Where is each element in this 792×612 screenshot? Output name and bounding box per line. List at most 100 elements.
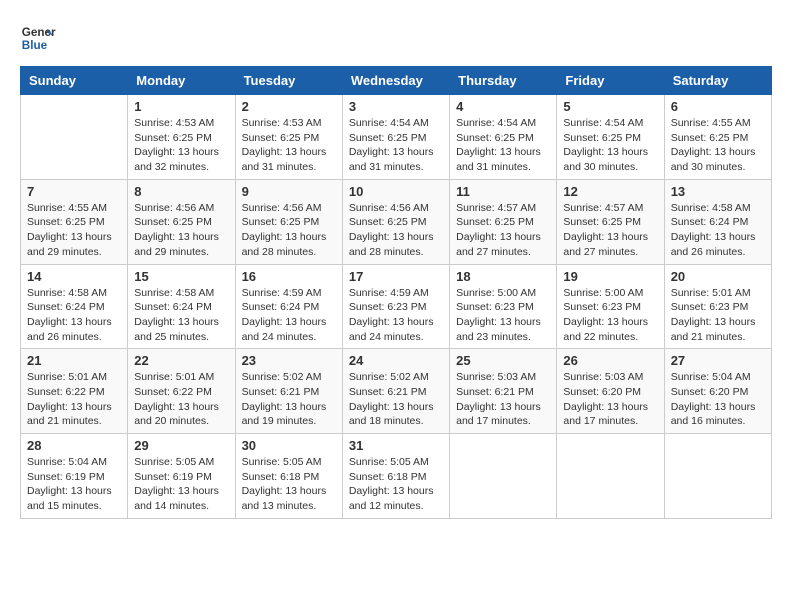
day-info: Sunrise: 5:03 AM Sunset: 6:20 PM Dayligh… xyxy=(563,370,657,429)
day-info: Sunrise: 4:59 AM Sunset: 6:23 PM Dayligh… xyxy=(349,286,443,345)
calendar-day-cell xyxy=(21,95,128,180)
day-info: Sunrise: 5:05 AM Sunset: 6:18 PM Dayligh… xyxy=(349,455,443,514)
day-info: Sunrise: 4:58 AM Sunset: 6:24 PM Dayligh… xyxy=(27,286,121,345)
day-of-week-header: Saturday xyxy=(664,67,771,95)
calendar-day-cell: 18 Sunrise: 5:00 AM Sunset: 6:23 PM Dayli… xyxy=(450,264,557,349)
day-number: 12 xyxy=(563,184,657,199)
day-number: 13 xyxy=(671,184,765,199)
day-number: 3 xyxy=(349,99,443,114)
calendar-day-cell: 23 Sunrise: 5:02 AM Sunset: 6:21 PM Dayli… xyxy=(235,349,342,434)
calendar-day-cell xyxy=(664,434,771,519)
day-number: 2 xyxy=(242,99,336,114)
calendar-day-cell: 26Sunrise: 5:03 AM Sunset: 6:20 PM Dayli… xyxy=(557,349,664,434)
day-number: 23 xyxy=(242,353,336,368)
day-number: 28 xyxy=(27,438,121,453)
calendar-table: SundayMondayTuesdayWednesdayThursdayFrid… xyxy=(20,66,772,519)
day-number: 24 xyxy=(349,353,443,368)
day-number: 14 xyxy=(27,269,121,284)
day-number: 7 xyxy=(27,184,121,199)
calendar-week-row: 14 Sunrise: 4:58 AM Sunset: 6:24 PM Dayli… xyxy=(21,264,772,349)
day-of-week-header: Monday xyxy=(128,67,235,95)
day-info: Sunrise: 4:57 AM Sunset: 6:25 PM Dayligh… xyxy=(456,201,550,260)
day-info: Sunrise: 5:02 AM Sunset: 6:21 PM Dayligh… xyxy=(349,370,443,429)
calendar-day-cell: 8 Sunrise: 4:56 AM Sunset: 6:25 PM Daylig… xyxy=(128,179,235,264)
calendar-day-cell: 15 Sunrise: 4:58 AM Sunset: 6:24 PM Dayli… xyxy=(128,264,235,349)
day-of-week-header: Sunday xyxy=(21,67,128,95)
day-info: Sunrise: 5:01 AM Sunset: 6:23 PM Dayligh… xyxy=(671,286,765,345)
day-info: Sunrise: 4:58 AM Sunset: 6:24 PM Dayligh… xyxy=(134,286,228,345)
day-info: Sunrise: 4:58 AM Sunset: 6:24 PM Dayligh… xyxy=(671,201,765,260)
day-number: 20 xyxy=(671,269,765,284)
calendar-day-cell: 9 Sunrise: 4:56 AM Sunset: 6:25 PM Daylig… xyxy=(235,179,342,264)
day-info: Sunrise: 5:03 AM Sunset: 6:21 PM Dayligh… xyxy=(456,370,550,429)
day-info: Sunrise: 5:02 AM Sunset: 6:21 PM Dayligh… xyxy=(242,370,336,429)
day-info: Sunrise: 4:57 AM Sunset: 6:25 PM Dayligh… xyxy=(563,201,657,260)
calendar-day-cell: 19Sunrise: 5:00 AM Sunset: 6:23 PM Dayli… xyxy=(557,264,664,349)
day-info: Sunrise: 5:00 AM Sunset: 6:23 PM Dayligh… xyxy=(563,286,657,345)
day-number: 21 xyxy=(27,353,121,368)
day-info: Sunrise: 4:54 AM Sunset: 6:25 PM Dayligh… xyxy=(349,116,443,175)
calendar-day-cell: 13 Sunrise: 4:58 AM Sunset: 6:24 PM Dayli… xyxy=(664,179,771,264)
day-info: Sunrise: 4:54 AM Sunset: 6:25 PM Dayligh… xyxy=(563,116,657,175)
calendar-day-cell: 2 Sunrise: 4:53 AM Sunset: 6:25 PM Daylig… xyxy=(235,95,342,180)
day-number: 17 xyxy=(349,269,443,284)
logo-icon: General Blue xyxy=(20,20,56,56)
svg-text:General: General xyxy=(22,26,56,39)
day-info: Sunrise: 4:56 AM Sunset: 6:25 PM Dayligh… xyxy=(349,201,443,260)
calendar-day-cell: 3 Sunrise: 4:54 AM Sunset: 6:25 PM Daylig… xyxy=(342,95,449,180)
calendar-day-cell: 20 Sunrise: 5:01 AM Sunset: 6:23 PM Dayli… xyxy=(664,264,771,349)
calendar-day-cell: 27Sunrise: 5:04 AM Sunset: 6:20 PM Dayli… xyxy=(664,349,771,434)
day-of-week-header: Thursday xyxy=(450,67,557,95)
calendar-day-cell: 30 Sunrise: 5:05 AM Sunset: 6:18 PM Dayli… xyxy=(235,434,342,519)
calendar-day-cell: 5Sunrise: 4:54 AM Sunset: 6:25 PM Daylig… xyxy=(557,95,664,180)
calendar-day-cell xyxy=(557,434,664,519)
day-number: 6 xyxy=(671,99,765,114)
calendar-day-cell: 7Sunrise: 4:55 AM Sunset: 6:25 PM Daylig… xyxy=(21,179,128,264)
calendar-week-row: 7Sunrise: 4:55 AM Sunset: 6:25 PM Daylig… xyxy=(21,179,772,264)
day-info: Sunrise: 5:00 AM Sunset: 6:23 PM Dayligh… xyxy=(456,286,550,345)
calendar-day-cell: 29 Sunrise: 5:05 AM Sunset: 6:19 PM Dayli… xyxy=(128,434,235,519)
calendar-week-row: 28 Sunrise: 5:04 AM Sunset: 6:19 PM Dayli… xyxy=(21,434,772,519)
calendar-day-cell: 16 Sunrise: 4:59 AM Sunset: 6:24 PM Dayli… xyxy=(235,264,342,349)
day-number: 16 xyxy=(242,269,336,284)
calendar-day-cell: 6Sunrise: 4:55 AM Sunset: 6:25 PM Daylig… xyxy=(664,95,771,180)
day-number: 25 xyxy=(456,353,550,368)
day-info: Sunrise: 5:01 AM Sunset: 6:22 PM Dayligh… xyxy=(134,370,228,429)
day-of-week-header: Wednesday xyxy=(342,67,449,95)
day-info: Sunrise: 4:54 AM Sunset: 6:25 PM Dayligh… xyxy=(456,116,550,175)
calendar-day-cell: 10 Sunrise: 4:56 AM Sunset: 6:25 PM Dayli… xyxy=(342,179,449,264)
day-info: Sunrise: 4:53 AM Sunset: 6:25 PM Dayligh… xyxy=(242,116,336,175)
day-info: Sunrise: 4:59 AM Sunset: 6:24 PM Dayligh… xyxy=(242,286,336,345)
day-info: Sunrise: 5:04 AM Sunset: 6:20 PM Dayligh… xyxy=(671,370,765,429)
day-info: Sunrise: 5:05 AM Sunset: 6:19 PM Dayligh… xyxy=(134,455,228,514)
day-number: 18 xyxy=(456,269,550,284)
day-number: 22 xyxy=(134,353,228,368)
calendar-day-cell: 1 Sunrise: 4:53 AM Sunset: 6:25 PM Daylig… xyxy=(128,95,235,180)
day-number: 31 xyxy=(349,438,443,453)
day-info: Sunrise: 5:04 AM Sunset: 6:19 PM Dayligh… xyxy=(27,455,121,514)
day-info: Sunrise: 5:01 AM Sunset: 6:22 PM Dayligh… xyxy=(27,370,121,429)
day-number: 10 xyxy=(349,184,443,199)
calendar-day-cell xyxy=(450,434,557,519)
day-number: 29 xyxy=(134,438,228,453)
svg-text:Blue: Blue xyxy=(22,39,48,52)
page-header: General Blue xyxy=(20,20,772,56)
day-info: Sunrise: 4:56 AM Sunset: 6:25 PM Dayligh… xyxy=(242,201,336,260)
day-number: 1 xyxy=(134,99,228,114)
day-number: 8 xyxy=(134,184,228,199)
calendar-body: 1 Sunrise: 4:53 AM Sunset: 6:25 PM Daylig… xyxy=(21,95,772,519)
day-of-week-header: Tuesday xyxy=(235,67,342,95)
calendar-week-row: 1 Sunrise: 4:53 AM Sunset: 6:25 PM Daylig… xyxy=(21,95,772,180)
logo: General Blue xyxy=(20,20,56,56)
day-info: Sunrise: 4:53 AM Sunset: 6:25 PM Dayligh… xyxy=(134,116,228,175)
calendar-day-cell: 11Sunrise: 4:57 AM Sunset: 6:25 PM Dayli… xyxy=(450,179,557,264)
day-info: Sunrise: 5:05 AM Sunset: 6:18 PM Dayligh… xyxy=(242,455,336,514)
day-number: 9 xyxy=(242,184,336,199)
calendar-day-cell: 24 Sunrise: 5:02 AM Sunset: 6:21 PM Dayli… xyxy=(342,349,449,434)
day-number: 4 xyxy=(456,99,550,114)
day-number: 15 xyxy=(134,269,228,284)
day-info: Sunrise: 4:56 AM Sunset: 6:25 PM Dayligh… xyxy=(134,201,228,260)
day-number: 30 xyxy=(242,438,336,453)
calendar-day-cell: 25 Sunrise: 5:03 AM Sunset: 6:21 PM Dayli… xyxy=(450,349,557,434)
calendar-day-cell: 14 Sunrise: 4:58 AM Sunset: 6:24 PM Dayli… xyxy=(21,264,128,349)
